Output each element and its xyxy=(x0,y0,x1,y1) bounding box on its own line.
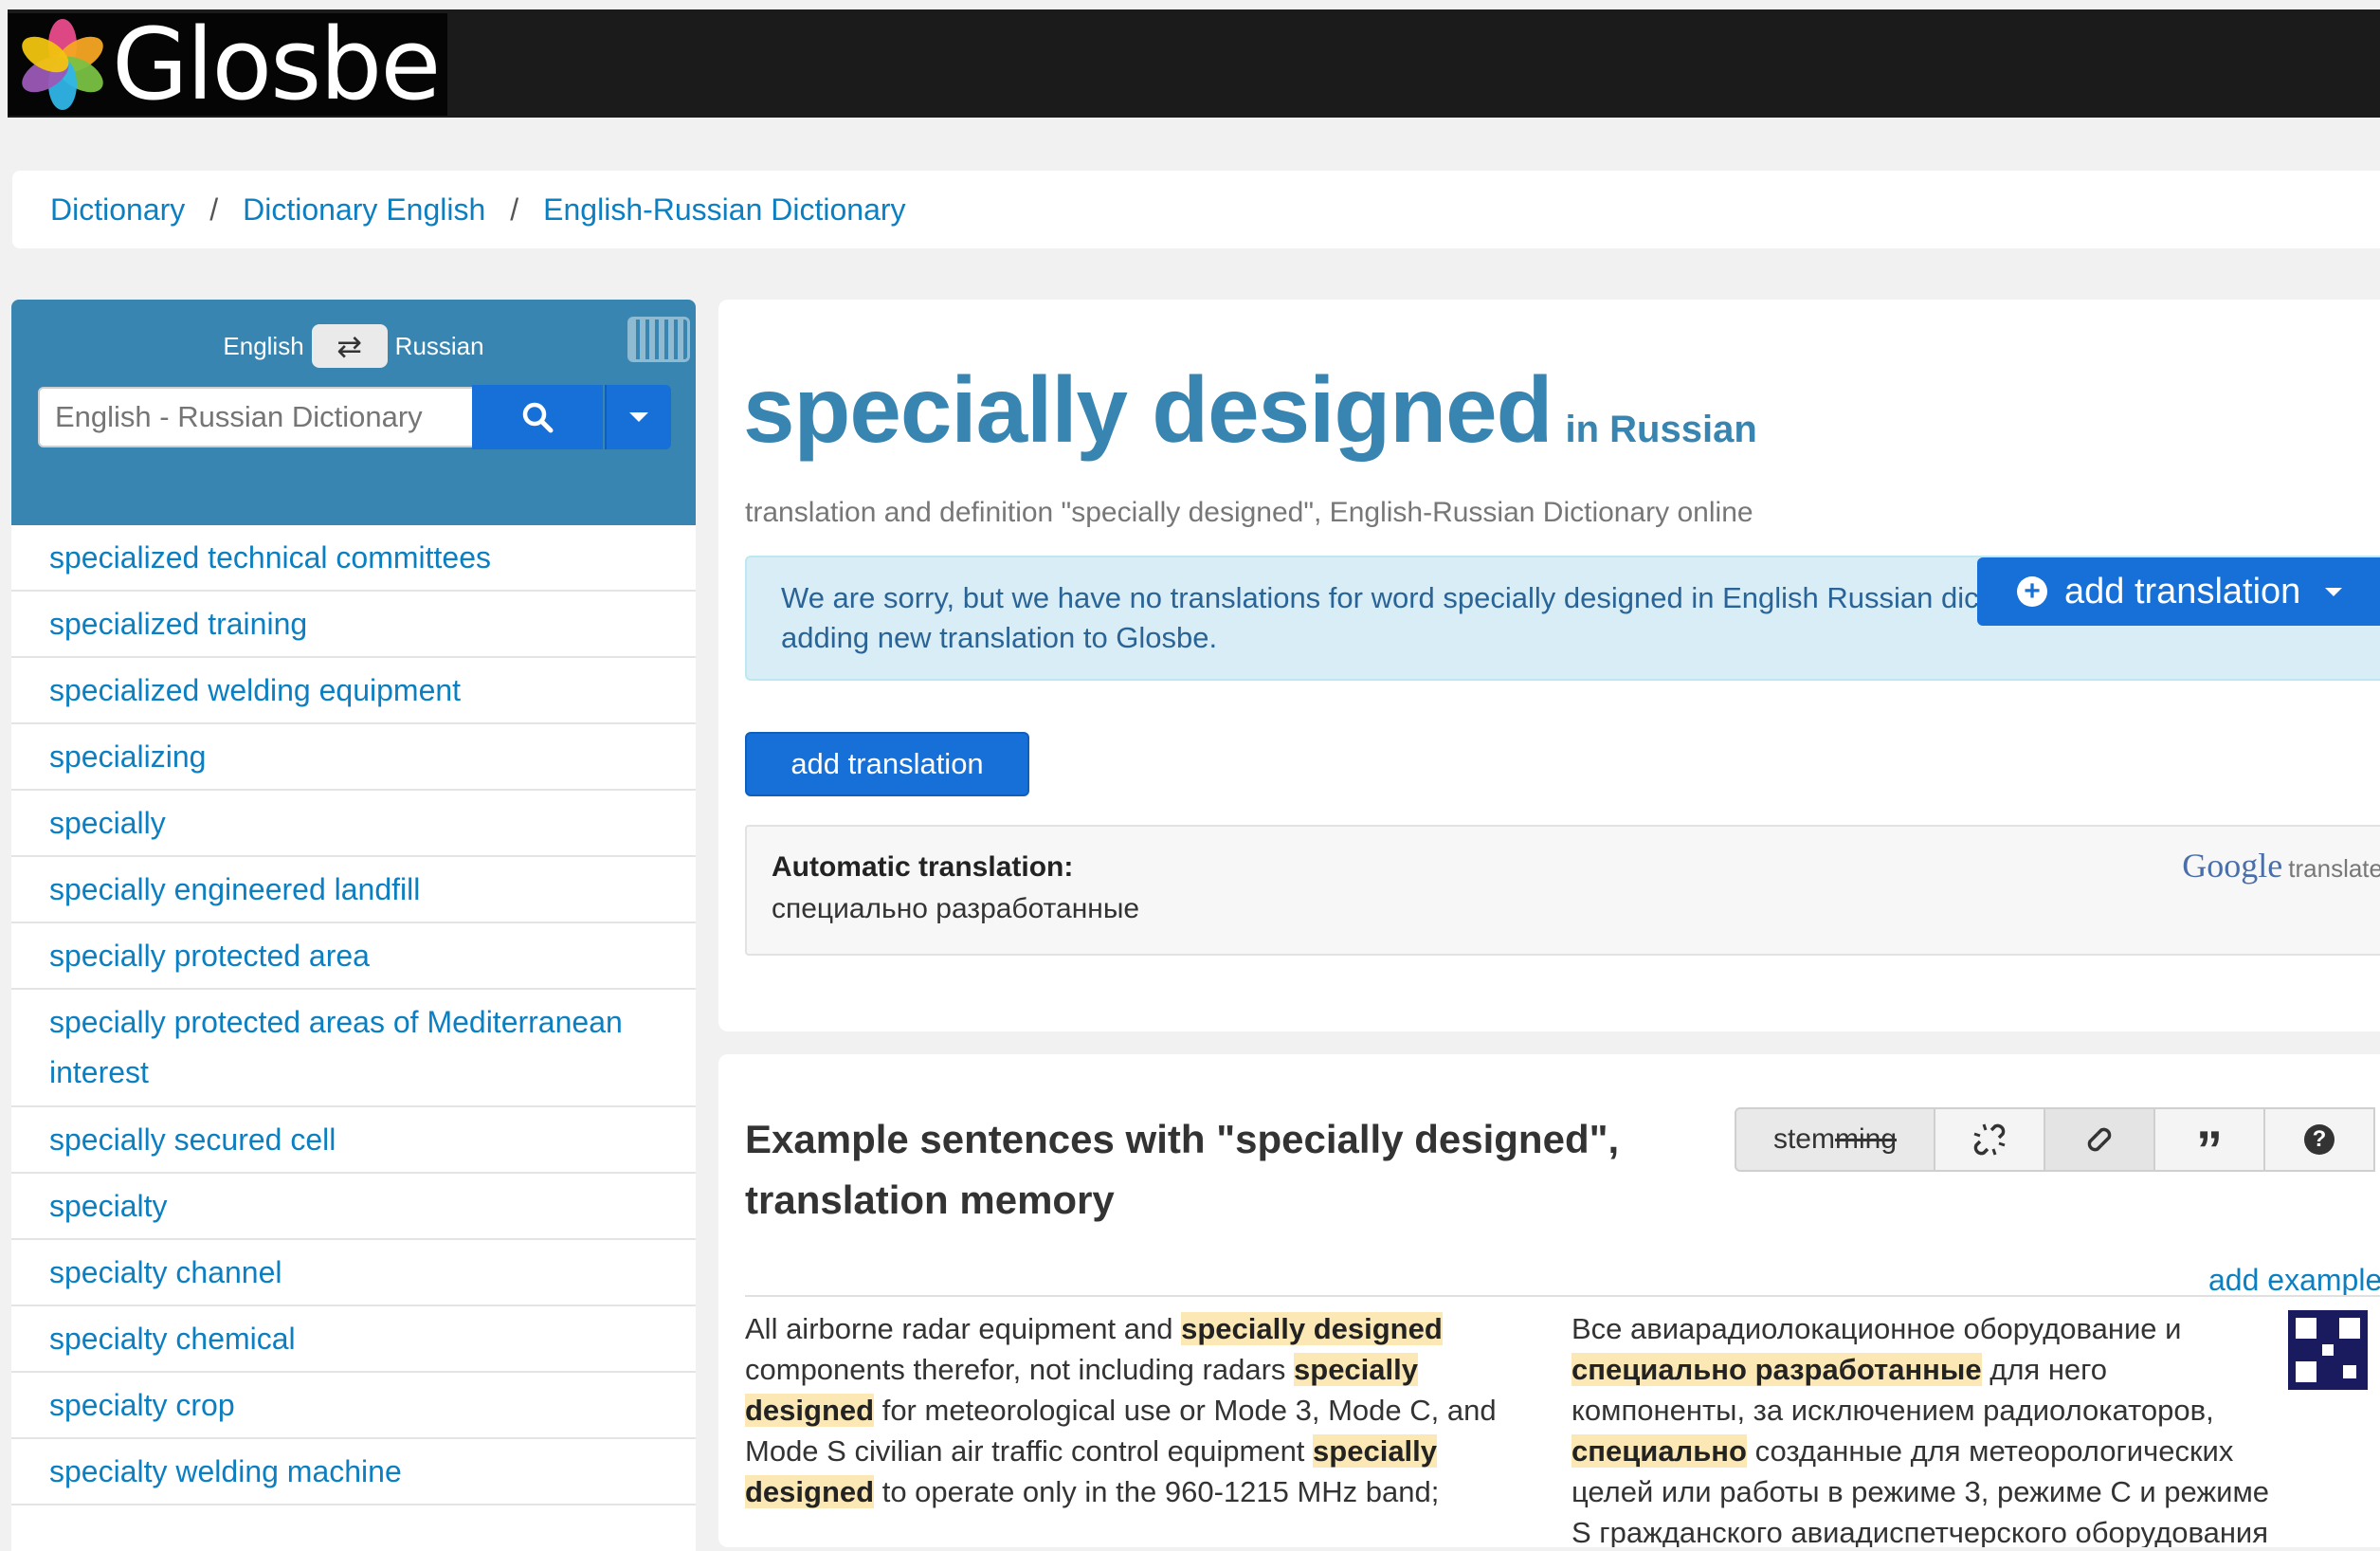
quote-icon: ” xyxy=(2196,1120,2223,1179)
breadcrumb-dictionary[interactable]: Dictionary xyxy=(50,192,185,228)
list-item[interactable]: specially secured cell xyxy=(11,1107,696,1174)
add-translation-button[interactable]: add translation xyxy=(745,732,1029,796)
list-item[interactable]: specially xyxy=(11,791,696,857)
search-input[interactable] xyxy=(38,387,485,447)
search-options-dropdown[interactable] xyxy=(605,385,671,449)
list-item[interactable]: specializing xyxy=(11,724,696,791)
related-words-list: specialized technical committees special… xyxy=(11,525,696,1505)
plus-circle-icon: + xyxy=(2017,576,2047,607)
from-language[interactable]: English xyxy=(223,332,303,361)
sidebar: English ⇄ Russian specialized technical … xyxy=(11,300,696,1551)
list-item-link[interactable]: specialized technical committees xyxy=(49,533,491,583)
list-item[interactable]: specialized technical committees xyxy=(11,525,696,592)
logo-text: Glosbe xyxy=(112,7,441,122)
keyboard-icon[interactable] xyxy=(627,317,690,362)
list-item[interactable]: specialty chemical xyxy=(11,1306,696,1373)
search-icon xyxy=(522,402,554,433)
search-panel: English ⇄ Russian xyxy=(11,300,696,525)
list-item[interactable]: specially engineered landfill xyxy=(11,857,696,923)
list-item-link[interactable]: specialty chemical xyxy=(49,1314,296,1364)
swap-icon: ⇄ xyxy=(336,329,363,363)
add-translation-dropdown-button[interactable]: + add translation xyxy=(1977,557,2380,626)
chevron-down-icon xyxy=(629,412,648,422)
example-highlight: specially designed xyxy=(1181,1312,1443,1345)
automatic-translation-label: Automatic translation: xyxy=(772,851,1074,883)
list-item-link[interactable]: specialized welding equipment xyxy=(49,666,461,716)
example-highlight: специально разработанные xyxy=(1572,1353,1982,1386)
example-target-sentence: Все авиарадиолокационное оборудование и … xyxy=(1572,1308,2273,1547)
add-example-link[interactable]: add example xyxy=(2208,1263,2380,1298)
language-switcher: English ⇄ Russian xyxy=(11,324,696,368)
list-item-link[interactable]: specially xyxy=(49,798,166,848)
list-item-link[interactable]: specialty crop xyxy=(49,1380,235,1431)
example-text: components therefor, not including radar… xyxy=(745,1353,1295,1386)
list-item[interactable]: specialized training xyxy=(11,592,696,658)
list-item-link[interactable]: specially protected area xyxy=(49,931,370,981)
quote-button[interactable]: ” xyxy=(2153,1107,2265,1177)
example-text: Все авиарадиолокационное оборудование и xyxy=(1572,1312,2182,1345)
page-title: specially designed in Russian xyxy=(743,356,1757,464)
list-item-link[interactable]: specialty welding machine xyxy=(49,1447,402,1497)
example-source-sentence: All airborne radar equipment and special… xyxy=(745,1308,1541,1512)
stemming-label: stem xyxy=(1772,1123,1835,1155)
list-item[interactable]: specialty channel xyxy=(11,1240,696,1306)
example-text: to operate only in the 960-1215 MHz band… xyxy=(874,1475,1440,1508)
unlink-button[interactable] xyxy=(1934,1107,2045,1172)
google-word: Google xyxy=(2182,847,2283,885)
automatic-translation-text: специально разработанные xyxy=(772,893,1140,924)
help-icon: ? xyxy=(2304,1124,2335,1155)
unlink-icon xyxy=(1973,1123,2006,1156)
list-item-link[interactable]: specially engineered landfill xyxy=(49,865,420,915)
list-item-link[interactable]: specialty xyxy=(49,1181,168,1232)
divider xyxy=(745,1295,2380,1297)
stemming-label-struck: ming xyxy=(1834,1123,1898,1155)
chevron-down-icon xyxy=(2325,587,2343,596)
example-highlight: специально xyxy=(1572,1434,1747,1468)
page-subtitle: translation and definition "specially de… xyxy=(745,497,1753,528)
list-item[interactable]: specialty welding machine xyxy=(11,1439,696,1505)
to-language[interactable]: Russian xyxy=(395,332,484,361)
examples-card: Example sentences with "specially design… xyxy=(718,1054,2380,1547)
list-item[interactable]: specially protected areas of Mediterrane… xyxy=(11,990,696,1107)
examples-title: Example sentences with "specially design… xyxy=(745,1117,1620,1222)
list-item[interactable]: specialty crop xyxy=(11,1373,696,1439)
add-translation-dropdown-label: add translation xyxy=(2064,571,2301,611)
link-button[interactable] xyxy=(2044,1107,2155,1172)
link-icon xyxy=(2087,1127,2112,1152)
list-item[interactable]: specialty xyxy=(11,1174,696,1240)
headword: specially designed xyxy=(743,357,1553,462)
breadcrumb-separator: / xyxy=(209,192,219,227)
breadcrumb-dictionary-english[interactable]: Dictionary English xyxy=(243,192,485,228)
stemming-toggle[interactable]: stem ming xyxy=(1735,1107,1935,1172)
example-text: All airborne radar equipment and xyxy=(745,1312,1182,1345)
breadcrumb-separator: / xyxy=(510,192,519,227)
breadcrumb-english-russian[interactable]: English-Russian Dictionary xyxy=(543,192,905,228)
list-item-link[interactable]: specially secured cell xyxy=(49,1115,336,1165)
glosbe-logo[interactable]: Glosbe xyxy=(8,13,447,116)
breadcrumb: Dictionary / Dictionary English / Englis… xyxy=(12,171,2380,248)
automatic-translation-box: Automatic translation: специально разраб… xyxy=(745,825,2380,956)
help-button[interactable]: ? xyxy=(2263,1107,2375,1172)
target-language-label: in Russian xyxy=(1565,409,1757,450)
examples-toolbar: stem ming ” ? xyxy=(1735,1107,2375,1177)
list-item-link[interactable]: specialty channel xyxy=(49,1248,282,1298)
list-item[interactable]: specialized welding equipment xyxy=(11,658,696,724)
list-item[interactable]: specially protected area xyxy=(11,923,696,990)
google-translate-suffix: translate xyxy=(2288,854,2380,883)
qr-code-icon[interactable] xyxy=(2288,1310,2368,1390)
list-item-link[interactable]: specially protected areas of Mediterrane… xyxy=(49,997,658,1098)
swap-languages-button[interactable]: ⇄ xyxy=(311,324,388,368)
list-item-link[interactable]: specialized training xyxy=(49,599,307,649)
translation-card: specially designed in Russian translation… xyxy=(718,300,2380,1031)
google-translate-logo: Google translate xyxy=(2182,846,2380,885)
list-item-link[interactable]: specializing xyxy=(49,732,206,782)
search-button[interactable] xyxy=(472,385,603,449)
logo-flower-icon xyxy=(15,17,110,112)
